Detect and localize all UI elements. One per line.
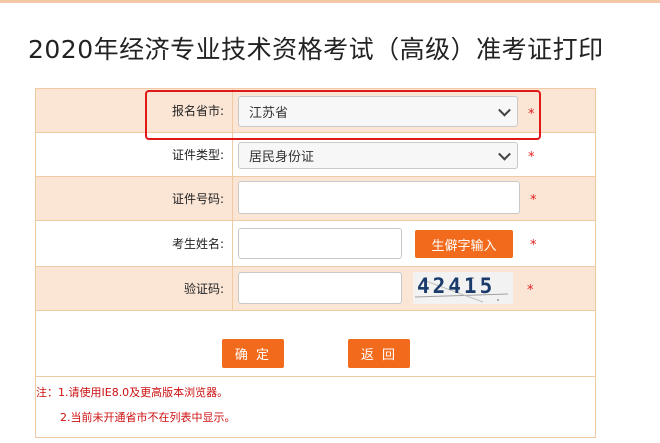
top-accent-line (0, 0, 660, 3)
note-line-2: 2.当前未开通省市不在列表中显示。 (60, 411, 236, 424)
captcha-required-mark: * (527, 283, 534, 298)
name-label: 考生姓名: (36, 221, 233, 266)
rare-char-input-button[interactable]: 生僻字输入 (415, 230, 513, 258)
id-type-required-mark: * (528, 150, 535, 165)
name-required-mark: * (530, 238, 537, 253)
actions-row (36, 311, 595, 377)
chevron-down-icon (498, 147, 511, 161)
captcha-image[interactable]: 42415 (413, 272, 513, 304)
captcha-label: 验证码: (36, 267, 233, 310)
id-type-select-value: 居民身份证 (249, 150, 315, 165)
id-type-select[interactable]: 居民身份证 (238, 142, 518, 169)
name-input[interactable] (238, 228, 402, 259)
province-highlight-box (145, 90, 541, 140)
id-number-label: 证件号码: (36, 177, 233, 220)
page-title: 2020年经济专业技术资格考试（高级）准考证打印 (28, 35, 604, 64)
captcha-input[interactable] (238, 272, 402, 304)
confirm-button[interactable]: 确 定 (222, 339, 284, 368)
id-number-required-mark: * (530, 193, 537, 208)
back-button[interactable]: 返 回 (348, 339, 410, 368)
note-line-1: 注：1.请使用IE8.0及更高版本浏览器。 (36, 386, 229, 399)
id-number-input[interactable] (238, 181, 520, 214)
captcha-text: 42415 (417, 274, 496, 298)
